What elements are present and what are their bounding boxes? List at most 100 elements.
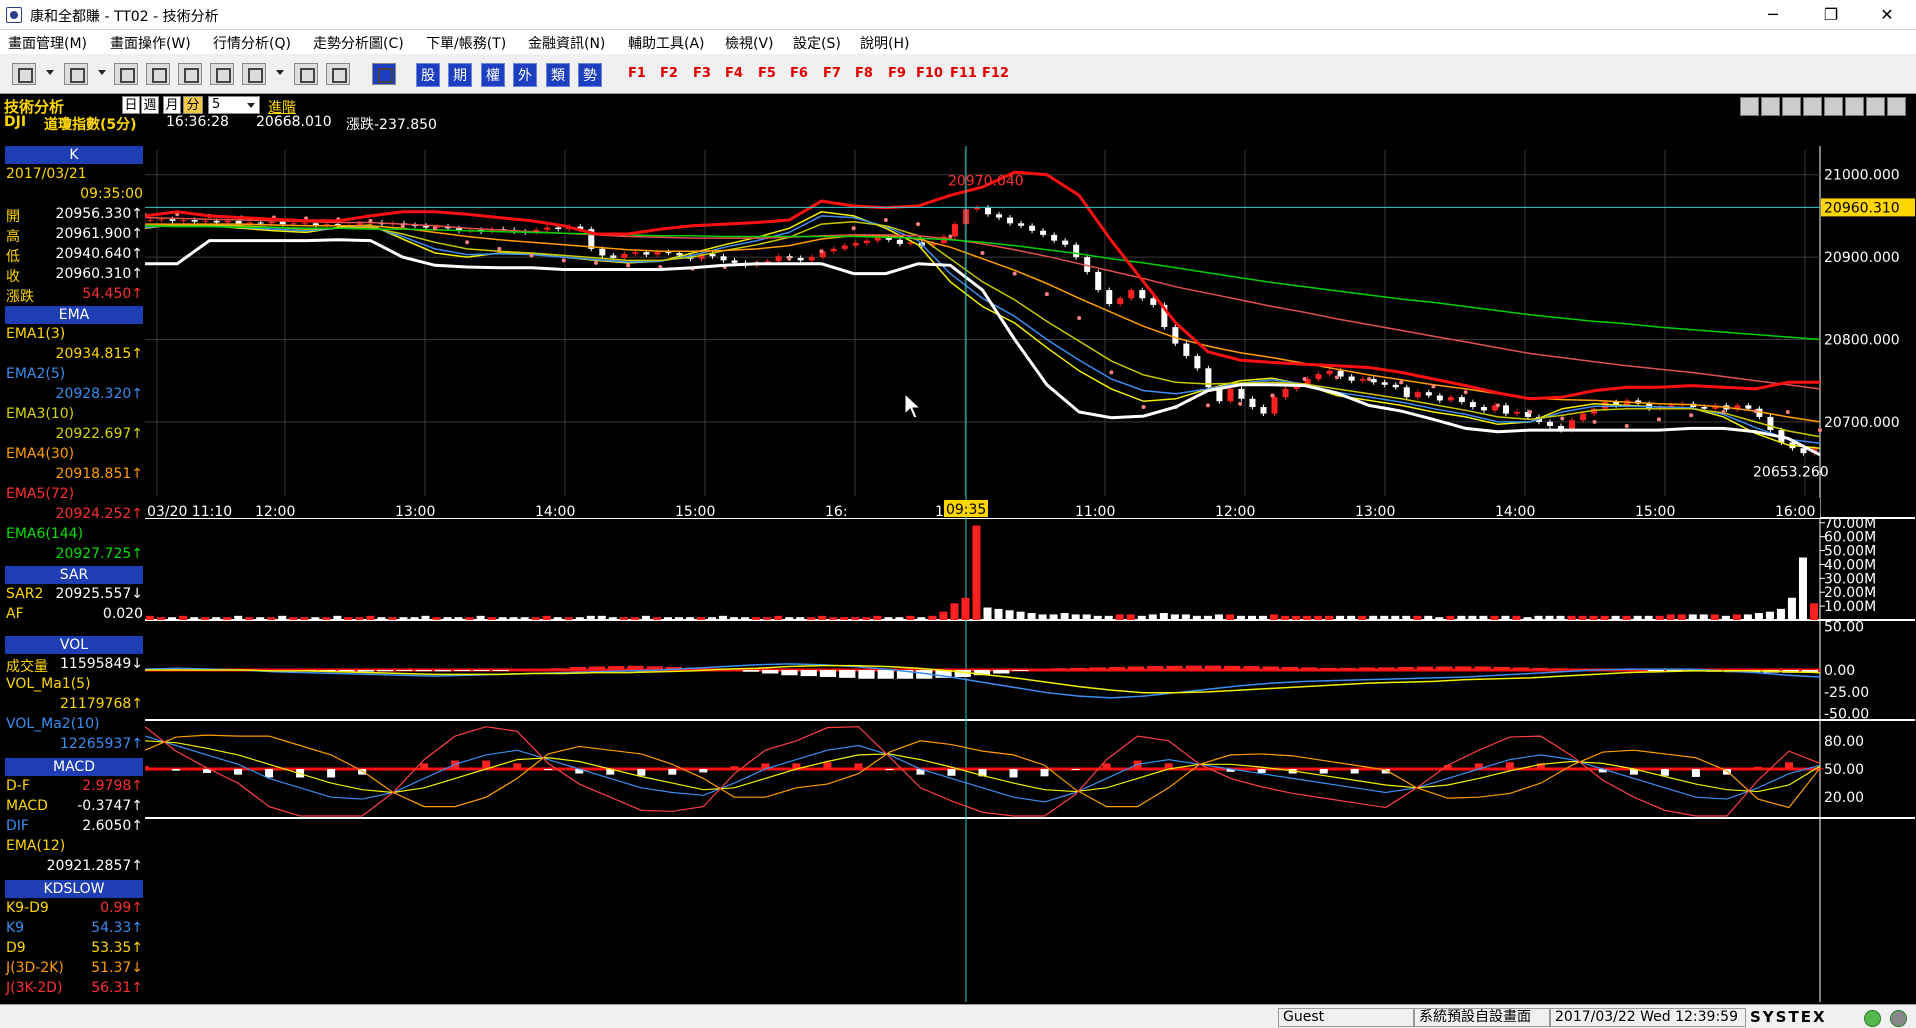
period-month-button[interactable]: 月 [163, 96, 181, 114]
volume-bar [1556, 615, 1565, 620]
tile-horizontal-icon[interactable] [178, 63, 202, 85]
macd-bar [1474, 666, 1491, 670]
sar-dot [1302, 377, 1307, 382]
options-button[interactable]: 權 [481, 63, 505, 87]
volume-bar [1270, 614, 1279, 620]
crosshair-time-label: 09:35 [946, 502, 986, 518]
close-window-icon[interactable] [146, 63, 170, 85]
f5-key[interactable]: F5 [758, 66, 776, 81]
volume-bar [1501, 615, 1510, 620]
volume-bar [399, 617, 408, 620]
menu-order-account[interactable]: 下單/帳務(T) [426, 33, 506, 53]
f4-key[interactable]: F4 [725, 66, 743, 81]
user-field: Guest [1278, 1008, 1414, 1027]
f1-key[interactable]: F1 [628, 66, 646, 81]
brand-logo: SYSTEX [1750, 1008, 1827, 1026]
price-tick-label: 20700.000 [1824, 415, 1900, 431]
sar-dot [626, 263, 631, 268]
futures-button[interactable]: 期 [448, 63, 472, 87]
settings-icon[interactable] [1824, 97, 1843, 116]
zoom-in-icon[interactable] [1761, 97, 1780, 116]
technical-chart[interactable]: 21000.000 20900.000 20800.000 20700.000 03/2… [145, 146, 1915, 1002]
period-minute-button[interactable]: 分 [183, 96, 203, 114]
settings-status-icon[interactable] [1890, 1010, 1907, 1027]
save-icon[interactable] [1845, 97, 1864, 116]
monitor-icon[interactable] [326, 63, 350, 85]
period-week-button[interactable]: 週 [141, 96, 159, 114]
kd-diff-bar [1753, 766, 1762, 769]
f6-key[interactable]: F6 [790, 66, 808, 81]
close-button[interactable]: ✕ [1864, 0, 1910, 30]
volume-bar [322, 617, 331, 620]
chevron-down-icon[interactable] [276, 70, 284, 75]
save-screen-icon[interactable] [64, 63, 88, 85]
magnify-plus-icon[interactable] [1803, 97, 1822, 116]
menu-screen-management[interactable]: 畫面管理(M) [8, 33, 87, 53]
volume-bar [972, 525, 981, 620]
macd-bar [781, 670, 798, 676]
kd-diff-bar [265, 769, 274, 778]
sar-dot [1624, 423, 1629, 428]
volume-bar [862, 617, 871, 620]
coin-icon[interactable] [242, 63, 266, 85]
search-icon[interactable] [114, 63, 138, 85]
volume-bar [652, 617, 661, 620]
macd-bar [608, 666, 625, 670]
ema3-value: 20922.697↑ [55, 426, 143, 442]
period-day-button[interactable]: 日 [122, 96, 140, 114]
macd-bar [1012, 670, 1029, 671]
volume-bar [1391, 615, 1400, 620]
volume-bar [1181, 614, 1190, 620]
candle-body [1348, 376, 1355, 381]
chevron-down-icon[interactable] [98, 70, 106, 75]
sar2-label: SAR2 [6, 586, 44, 602]
volume-bar [1225, 614, 1234, 620]
f12-key[interactable]: F12 [982, 66, 1009, 81]
menu-help[interactable]: 說明(H) [860, 33, 909, 53]
candle-body [290, 223, 297, 225]
logo-icon[interactable] [372, 63, 396, 85]
stock-button[interactable]: 股 [416, 63, 440, 87]
interval-select[interactable]: 5 [208, 96, 260, 114]
time-tick-label: 12:00 [1215, 504, 1255, 520]
pin-icon[interactable] [1887, 97, 1906, 116]
f2-key[interactable]: F2 [660, 66, 678, 81]
volume-bar [641, 615, 650, 620]
kd-diff-bar [420, 763, 429, 769]
macd-bar [742, 670, 760, 672]
volume-bar [1688, 614, 1697, 620]
volume-bar [1655, 615, 1664, 620]
candle-body [1447, 397, 1454, 401]
restore-icon[interactable] [1866, 97, 1885, 116]
zoom-out-icon[interactable] [1740, 97, 1759, 116]
f11-key[interactable]: F11 [950, 66, 977, 81]
menu-settings[interactable]: 設定(S) [793, 33, 841, 53]
menu-screen-operation[interactable]: 畫面操作(W) [110, 33, 191, 53]
maximize-button[interactable]: ❐ [1808, 0, 1854, 30]
menu-financial-info[interactable]: 金融資訊(N) [528, 33, 605, 53]
volume-bar [1468, 615, 1477, 620]
volume-bar [608, 617, 617, 620]
foreign-button[interactable]: 外 [513, 63, 537, 87]
f9-key[interactable]: F9 [888, 66, 906, 81]
menu-view[interactable]: 檢視(V) [725, 33, 774, 53]
ema-header: EMA [5, 306, 143, 324]
magnify-minus-icon[interactable] [1782, 97, 1801, 116]
candle-body [775, 256, 782, 262]
trend-button[interactable]: 勢 [578, 63, 602, 87]
f8-key[interactable]: F8 [855, 66, 873, 81]
menu-trend-chart[interactable]: 走勢分析圖(C) [313, 33, 404, 53]
chevron-down-icon[interactable] [46, 70, 54, 75]
minimize-button[interactable]: ─ [1750, 0, 1796, 30]
menu-bar: 畫面管理(M) 畫面操作(W) 行情分析(Q) 走勢分析圖(C) 下單/帳務(T… [0, 30, 1916, 54]
menu-quote-analysis[interactable]: 行情分析(Q) [213, 33, 291, 53]
macd-bar [511, 669, 529, 671]
link-icon[interactable] [294, 63, 318, 85]
sector-button[interactable]: 類 [546, 63, 570, 87]
tile-vertical-icon[interactable] [210, 63, 234, 85]
f3-key[interactable]: F3 [693, 66, 711, 81]
layout-icon[interactable] [12, 63, 36, 85]
f7-key[interactable]: F7 [823, 66, 841, 81]
menu-tools[interactable]: 輔助工具(A) [628, 33, 705, 53]
f10-key[interactable]: F10 [916, 66, 943, 81]
